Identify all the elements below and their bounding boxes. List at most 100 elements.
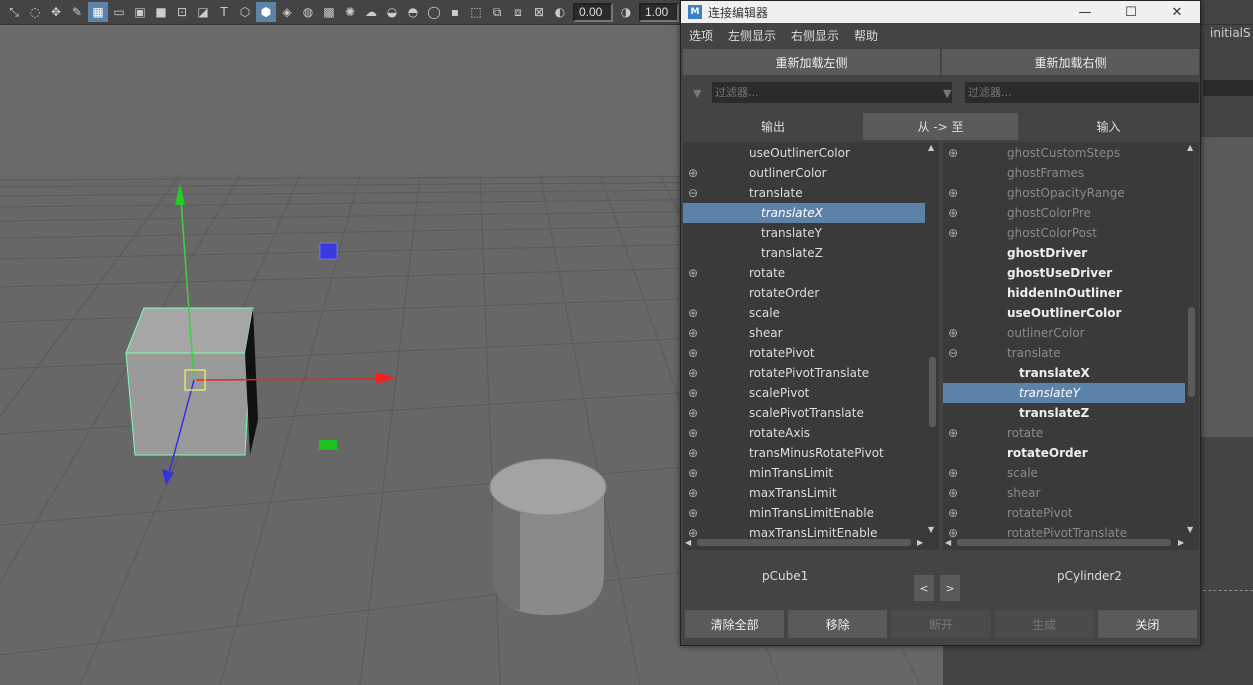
prev-node-button[interactable]: <: [914, 575, 934, 601]
list-item[interactable]: rotateOrder: [943, 443, 1199, 463]
list-item[interactable]: ⊕ rotatePivot: [943, 503, 1199, 523]
next-node-button[interactable]: >: [940, 575, 960, 601]
list-item[interactable]: ⊕ rotateAxis: [683, 423, 939, 443]
left-scroll-up-icon[interactable]: ▲: [928, 143, 934, 152]
right-scroll-left-icon[interactable]: ◀: [945, 538, 951, 547]
expand-icon[interactable]: ⊕: [948, 206, 958, 220]
xray-joints-icon[interactable]: ⧈: [508, 2, 528, 22]
right-horizontal-scrollbar[interactable]: ◀ ▶: [945, 537, 1187, 547]
exposure-field[interactable]: [573, 2, 613, 22]
right-scroll-thumb[interactable]: [1188, 307, 1195, 397]
maximize-icon[interactable]: ☐: [1108, 1, 1154, 23]
list-item[interactable]: ⊕ rotate: [943, 423, 1199, 443]
list-item[interactable]: ⊖ translate: [943, 343, 1199, 363]
list-item[interactable]: ⊕ shear: [683, 323, 939, 343]
textured-icon[interactable]: ▩: [319, 2, 339, 22]
list-item[interactable]: ⊕ rotatePivot: [683, 343, 939, 363]
remove-button[interactable]: 移除: [788, 610, 888, 638]
list-item[interactable]: translateX: [943, 363, 1199, 383]
right-scroll-down-icon[interactable]: ▼: [1187, 525, 1193, 534]
gate-mask-icon[interactable]: ■: [151, 2, 171, 22]
list-item[interactable]: ⊕ ghostCustomSteps: [943, 143, 1199, 163]
list-item[interactable]: ⊕ scalePivot: [683, 383, 939, 403]
default-material-icon[interactable]: ◍: [298, 2, 318, 22]
right-vertical-scrollbar[interactable]: ▲ ▼: [1186, 142, 1196, 536]
expand-icon[interactable]: ⊕: [688, 426, 698, 440]
right-attribute-list[interactable]: ⊕ ghostCustomSteps ghostFrames ⊕ ghostOpacit…: [943, 142, 1199, 550]
safe-action-icon[interactable]: ◪: [193, 2, 213, 22]
exposure-icon[interactable]: ◐: [550, 2, 570, 22]
tab-input[interactable]: 输入: [1018, 113, 1199, 140]
tab-output[interactable]: 输出: [683, 113, 863, 140]
list-item[interactable]: ⊕ minTransLimit: [683, 463, 939, 483]
expand-icon[interactable]: ⊕: [948, 146, 958, 160]
menu-right-display[interactable]: 右侧显示: [791, 27, 839, 44]
left-scroll-down-icon[interactable]: ▼: [928, 525, 934, 534]
expand-icon[interactable]: ⊕: [688, 266, 698, 280]
list-item[interactable]: ⊕ transMinusRotatePivot: [683, 443, 939, 463]
list-item[interactable]: ⊕ shear: [943, 483, 1199, 503]
clear-all-button[interactable]: 清除全部: [685, 610, 785, 638]
list-item[interactable]: translateX: [683, 203, 925, 223]
shadows-icon[interactable]: ☁: [361, 2, 381, 22]
make-button[interactable]: 生成: [994, 610, 1094, 638]
expand-icon[interactable]: ⊕: [688, 466, 698, 480]
menu-left-display[interactable]: 左侧显示: [728, 27, 776, 44]
smooth-shade-icon[interactable]: ⬢: [256, 2, 276, 22]
expand-icon[interactable]: ⊕: [688, 346, 698, 360]
expand-icon[interactable]: ⊕: [688, 506, 698, 520]
list-item[interactable]: ⊕ outlinerColor: [683, 163, 939, 183]
expand-icon[interactable]: ⊕: [948, 186, 958, 200]
anti-alias-icon[interactable]: ◯: [424, 2, 444, 22]
expand-icon[interactable]: ⊕: [948, 466, 958, 480]
left-scroll-left-icon[interactable]: ◀: [685, 538, 691, 547]
right-scroll-right-icon[interactable]: ▶: [1178, 538, 1184, 547]
list-item[interactable]: translateZ: [683, 243, 939, 263]
resolution-gate-icon[interactable]: ▣: [130, 2, 150, 22]
expand-icon[interactable]: ⊕: [688, 366, 698, 380]
gamma-icon[interactable]: ◑: [616, 2, 636, 22]
title-bar[interactable]: M 连接编辑器 — ☐ ✕: [681, 1, 1200, 23]
list-item[interactable]: ⊕ minTransLimitEnable: [683, 503, 939, 523]
list-item[interactable]: ⊕ scale: [683, 303, 939, 323]
tab-from-to[interactable]: 从 -> 至: [863, 113, 1018, 140]
left-attribute-list[interactable]: useOutlinerColor ⊕ outlinerColor ⊖ translate…: [683, 142, 939, 550]
filter-left-input[interactable]: [712, 82, 952, 103]
filter-right-input[interactable]: [965, 82, 1199, 103]
expand-icon[interactable]: ⊕: [948, 226, 958, 240]
ambient-occlusion-icon[interactable]: ◒: [382, 2, 402, 22]
close-button[interactable]: 关闭: [1097, 610, 1198, 638]
list-item[interactable]: translateY: [683, 223, 939, 243]
select-tool-icon[interactable]: ⤡: [4, 2, 24, 22]
expand-icon[interactable]: ⊕: [688, 446, 698, 460]
list-item[interactable]: useOutlinerColor: [943, 303, 1199, 323]
expand-icon[interactable]: ⊕: [948, 426, 958, 440]
break-button[interactable]: 断开: [891, 610, 991, 638]
paint-tool-icon[interactable]: ✎: [67, 2, 87, 22]
list-item[interactable]: rotateOrder: [683, 283, 939, 303]
list-item[interactable]: hiddenInOutliner: [943, 283, 1199, 303]
expand-icon[interactable]: ⊕: [688, 386, 698, 400]
list-item[interactable]: ⊕ outlinerColor: [943, 323, 1199, 343]
field-chart-icon[interactable]: ⊡: [172, 2, 192, 22]
list-item[interactable]: ⊕ scalePivotTranslate: [683, 403, 939, 423]
list-item[interactable]: translateY: [943, 383, 1185, 403]
film-gate-icon[interactable]: ▭: [109, 2, 129, 22]
expand-icon[interactable]: ⊕: [688, 306, 698, 320]
collapse-icon[interactable]: ⊖: [688, 186, 698, 200]
list-item[interactable]: ghostUseDriver: [943, 263, 1199, 283]
list-item[interactable]: ⊕ ghostOpacityRange: [943, 183, 1199, 203]
xray-icon[interactable]: ⧉: [487, 2, 507, 22]
list-item[interactable]: ⊕ rotate: [683, 263, 939, 283]
reload-right-button[interactable]: 重新加载右侧: [942, 49, 1199, 75]
list-item[interactable]: ⊖ translate: [683, 183, 939, 203]
filter-right-icon[interactable]: ▼: [943, 87, 951, 100]
menu-options[interactable]: 选项: [689, 27, 713, 44]
gamma-field[interactable]: [639, 2, 679, 22]
list-item[interactable]: ⊕ maxTransLimit: [683, 483, 939, 503]
collapse-icon[interactable]: ⊖: [948, 346, 958, 360]
wireframe-on-shaded-icon[interactable]: ◈: [277, 2, 297, 22]
move-tool-icon[interactable]: ✥: [46, 2, 66, 22]
list-item[interactable]: ⊕ rotatePivotTranslate: [683, 363, 939, 383]
expand-icon[interactable]: ⊕: [948, 506, 958, 520]
